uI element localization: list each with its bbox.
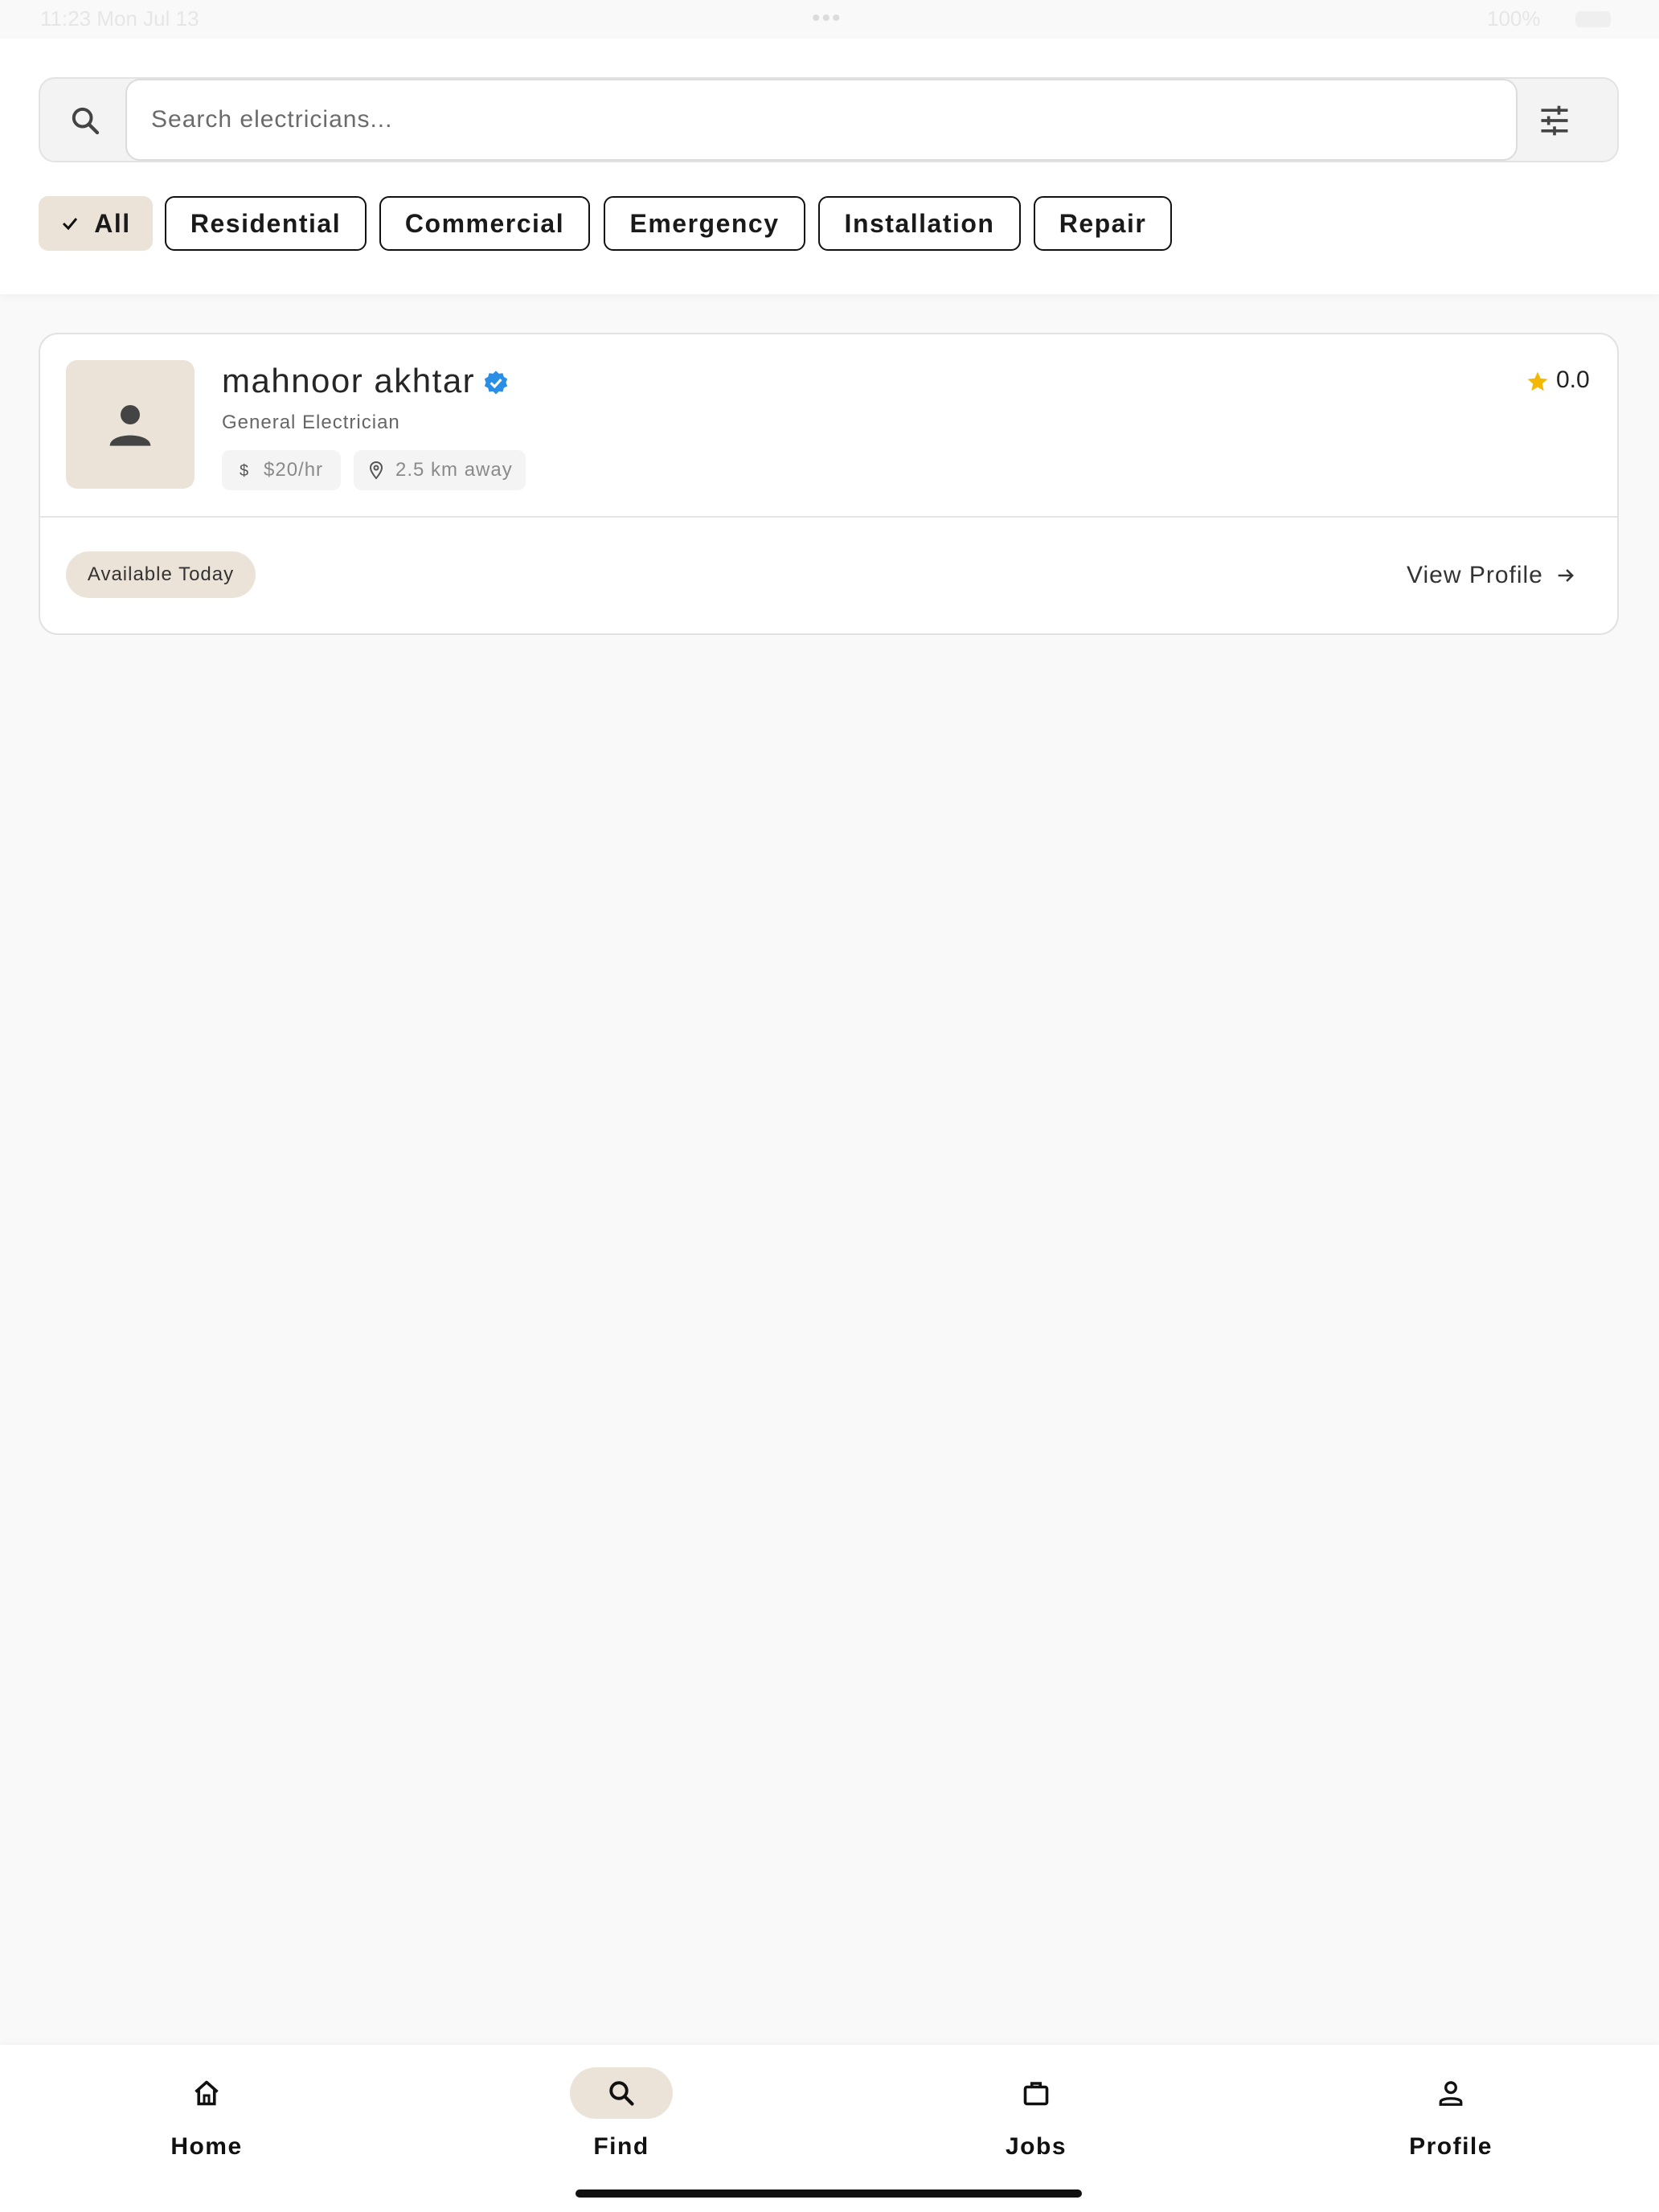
availability-label: Available Today: [87, 563, 235, 585]
filter-sliders-icon[interactable]: [1537, 103, 1572, 138]
chip-label: Commercial: [404, 208, 565, 238]
arrow-right-icon: [1558, 569, 1574, 582]
rate-tag: $ $20/hr: [222, 450, 341, 490]
chip-commercial[interactable]: Commercial: [379, 196, 590, 251]
home-icon: [195, 2080, 219, 2106]
dollar-icon: $: [240, 462, 249, 480]
electrician-name: mahnoor akhtar: [222, 362, 476, 399]
search-icon: [609, 2081, 634, 2106]
chip-installation[interactable]: Installation: [818, 196, 1021, 251]
location-pin-icon: [369, 461, 383, 480]
briefcase-icon: [1023, 2082, 1049, 2106]
view-profile-label: View Profile: [1407, 562, 1543, 588]
nav-label: Jobs: [1005, 2133, 1067, 2160]
electrician-card[interactable]: mahnoor akhtar 0.0 General Electrician $…: [39, 333, 1619, 635]
chip-repair[interactable]: Repair: [1034, 196, 1172, 251]
nav-label: Home: [170, 2133, 243, 2160]
chip-emergency[interactable]: Emergency: [604, 196, 805, 251]
verified-badge-icon: [484, 371, 508, 395]
rate-value: $20/hr: [264, 459, 324, 481]
chip-label: Emergency: [629, 208, 780, 238]
rating-value: 0.0: [1556, 367, 1590, 393]
chip-label: Repair: [1059, 208, 1147, 238]
multitask-dots-icon: •••: [812, 5, 842, 31]
home-indicator: [576, 2189, 1082, 2198]
electrician-specialty: General Electrician: [222, 412, 400, 433]
nav-pill: [985, 2067, 1088, 2119]
avatar: [66, 360, 195, 489]
nav-home[interactable]: Home: [126, 2067, 287, 2164]
nav-jobs[interactable]: Jobs: [956, 2067, 1116, 2164]
person-placeholder-icon: [109, 405, 151, 446]
availability-badge: Available Today: [66, 551, 256, 598]
chip-label: Installation: [844, 208, 995, 238]
chip-label: Residential: [190, 208, 342, 238]
search-input[interactable]: [125, 79, 1518, 161]
nav-label: Profile: [1409, 2133, 1493, 2160]
card-divider: [40, 516, 1617, 518]
nav-pill: [155, 2067, 258, 2119]
bottom-nav: Home Find Jobs Profile: [0, 2045, 1659, 2212]
nav-profile[interactable]: Profile: [1370, 2067, 1531, 2164]
view-profile-button[interactable]: View Profile: [1407, 558, 1577, 593]
svg-text:$: $: [240, 462, 249, 480]
nav-pill: [570, 2067, 673, 2119]
chip-residential[interactable]: Residential: [165, 196, 367, 251]
distance-tag: 2.5 km away: [354, 450, 526, 490]
battery-percent: 100%: [1487, 6, 1541, 31]
distance-value: 2.5 km away: [395, 459, 513, 481]
status-bar: 11:23 Mon Jul 13 ••• 100%: [0, 0, 1659, 39]
check-icon: [63, 218, 78, 231]
star-icon: [1527, 371, 1548, 391]
chip-all[interactable]: All: [39, 196, 153, 251]
person-icon: [1439, 2081, 1463, 2106]
search-icon: [72, 107, 100, 135]
nav-label: Find: [593, 2133, 649, 2160]
search-header: All Residential Commercial Emergency Ins…: [0, 39, 1659, 294]
battery-icon: [1575, 11, 1611, 27]
status-time: 11:23 Mon Jul 13: [40, 6, 199, 31]
chip-label: All: [94, 208, 131, 238]
search-bar: [39, 77, 1619, 162]
nav-pill: [1399, 2067, 1502, 2119]
nav-find[interactable]: Find: [541, 2067, 702, 2164]
